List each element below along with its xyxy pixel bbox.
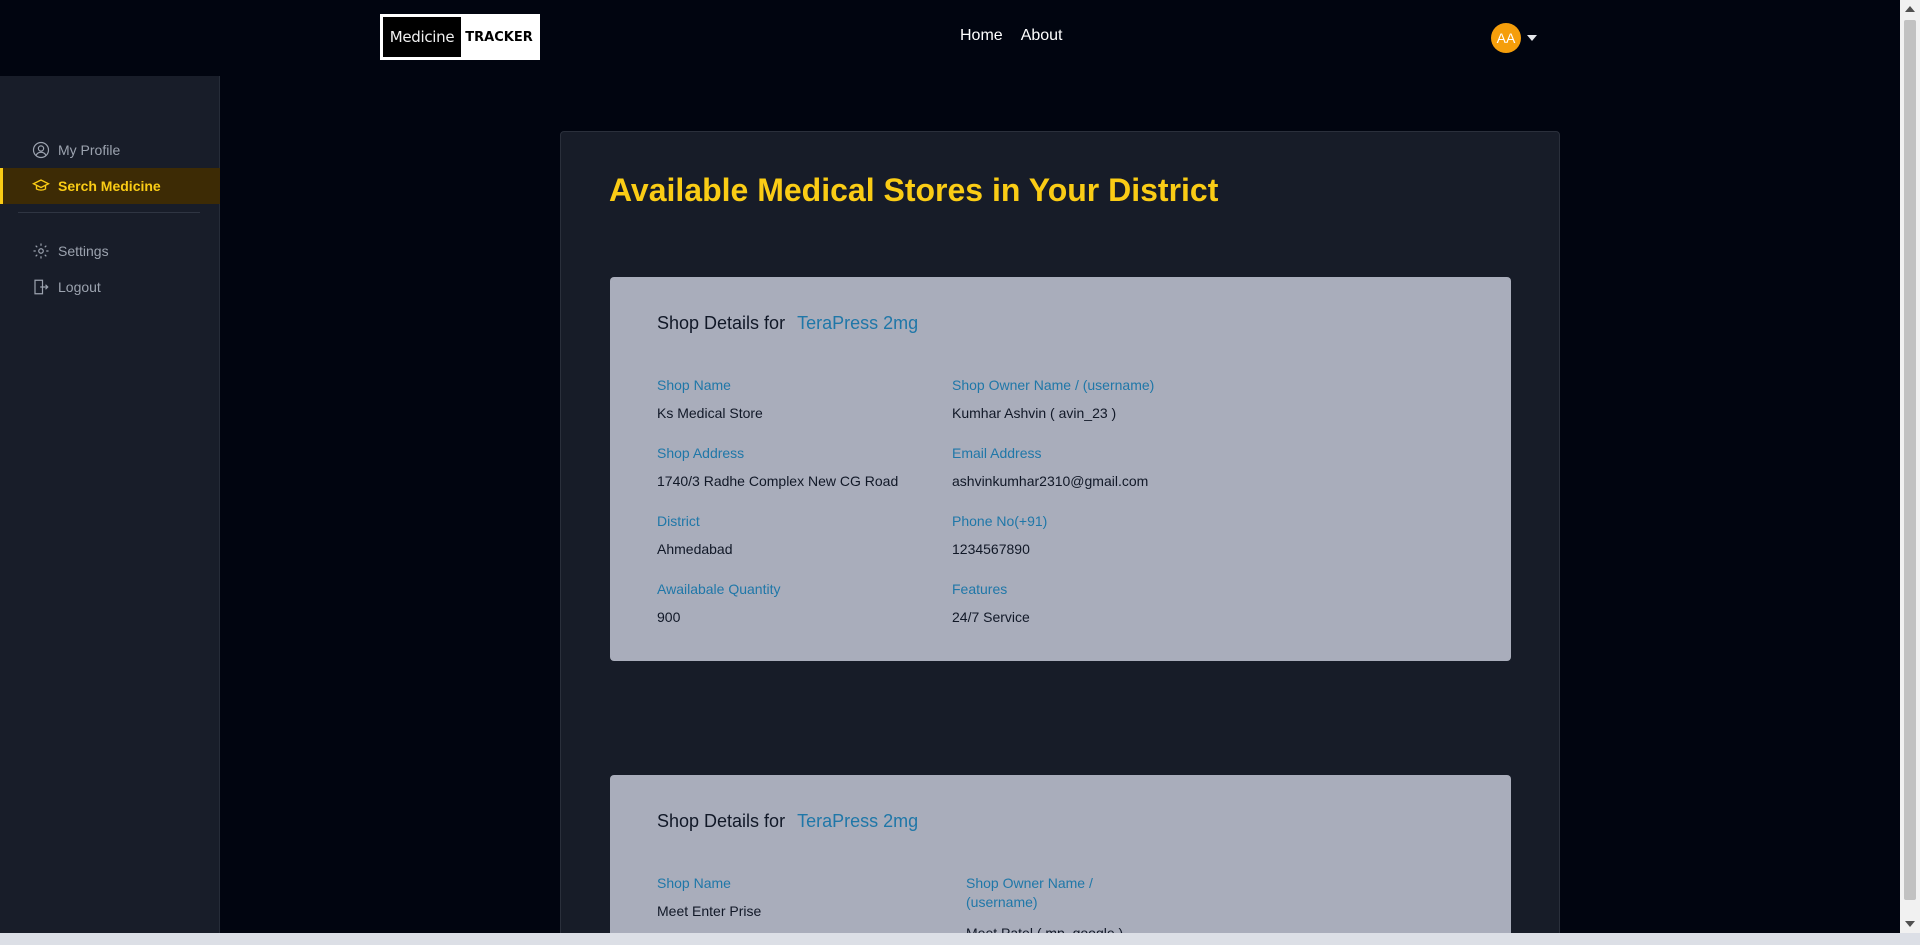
features-value: 24/7 Service (952, 609, 1030, 625)
phone-value: 1234567890 (952, 541, 1030, 557)
shop-card: Shop Details for TeraPress 2mg Shop Name… (610, 775, 1511, 945)
sidebar-item-my-profile[interactable]: My Profile (0, 132, 220, 168)
nav-links: Home About (960, 27, 1063, 45)
sidebar-item-label: Logout (58, 279, 101, 295)
sidebar-item-logout[interactable]: Logout (0, 269, 220, 305)
page-title: Available Medical Stores in Your Distric… (609, 172, 1219, 208)
email-label: Email Address (952, 445, 1042, 461)
logout-icon (34, 279, 49, 295)
shop-name-value: Meet Enter Prise (657, 903, 762, 919)
bottom-strip (0, 933, 1920, 945)
email-value: ashvinkumhar2310@gmail.com (952, 473, 1149, 489)
features-label: Features (952, 581, 1008, 597)
shop-owner-label-line2: (username) (966, 894, 1038, 910)
scrollbar-thumb[interactable] (1904, 20, 1916, 900)
district-value: Ahmedabad (657, 541, 733, 557)
quantity-label: Awailabale Quantity (657, 581, 781, 597)
main-panel: Available Medical Stores in Your Distric… (560, 131, 1560, 945)
medicine-name: TeraPress 2mg (797, 811, 919, 831)
card-heading: Shop Details for TeraPress 2mg (657, 811, 918, 832)
shop-owner-value: Kumhar Ashvin ( avin_23 ) (952, 405, 1117, 421)
gear-icon (33, 243, 49, 259)
shop-address-value: 1740/3 Radhe Complex New CG Road (657, 473, 899, 489)
medicine-name: TeraPress 2mg (797, 313, 919, 333)
avatar[interactable]: AA (1491, 23, 1521, 53)
card-heading: Shop Details for TeraPress 2mg (657, 313, 918, 334)
phone-label: Phone No(+91) (952, 513, 1048, 529)
graduation-cap-icon (32, 179, 50, 191)
shop-name-label: Shop Name (657, 875, 731, 891)
top-navbar: Medicine TRACKER Home About AA (0, 0, 1900, 76)
nav-link-about[interactable]: About (1021, 27, 1063, 45)
quantity-value: 900 (657, 609, 681, 625)
card-heading-prefix: Shop Details for (657, 811, 786, 831)
logo-text-medicine: Medicine (383, 17, 461, 57)
sidebar-item-settings[interactable]: Settings (0, 233, 220, 269)
nav-link-home[interactable]: Home (960, 27, 1003, 45)
app-logo[interactable]: Medicine TRACKER (380, 14, 540, 60)
sidebar-divider (18, 212, 200, 213)
shop-owner-label-line1: Shop Owner Name / (966, 875, 1093, 891)
sidebar-item-search-medicine[interactable]: Serch Medicine (0, 168, 220, 204)
logo-text-tracker: TRACKER (465, 29, 533, 45)
sidebar: My Profile Serch Medicine Settings Logou… (0, 76, 220, 945)
sidebar-item-label: My Profile (58, 142, 121, 158)
sidebar-item-label: Settings (58, 243, 109, 259)
page-scrollbar[interactable] (1900, 0, 1920, 933)
user-circle-icon (32, 141, 50, 159)
scroll-up-arrow-icon[interactable] (1905, 6, 1915, 12)
chevron-down-icon[interactable] (1527, 35, 1537, 41)
shop-owner-label: Shop Owner Name / (username) (952, 377, 1155, 393)
district-label: District (657, 513, 700, 529)
shop-card: Shop Details for TeraPress 2mg Shop Name… (610, 277, 1511, 661)
shop-address-label: Shop Address (657, 445, 745, 461)
shop-owner-label: Shop Owner Name / (username) (966, 875, 1093, 910)
shop-name-label: Shop Name (657, 377, 731, 393)
scroll-down-arrow-icon[interactable] (1905, 921, 1915, 927)
user-menu[interactable]: AA (1491, 23, 1537, 53)
shop-name-value: Ks Medical Store (657, 405, 763, 421)
card-heading-prefix: Shop Details for (657, 313, 786, 333)
sidebar-item-label: Serch Medicine (58, 178, 161, 194)
